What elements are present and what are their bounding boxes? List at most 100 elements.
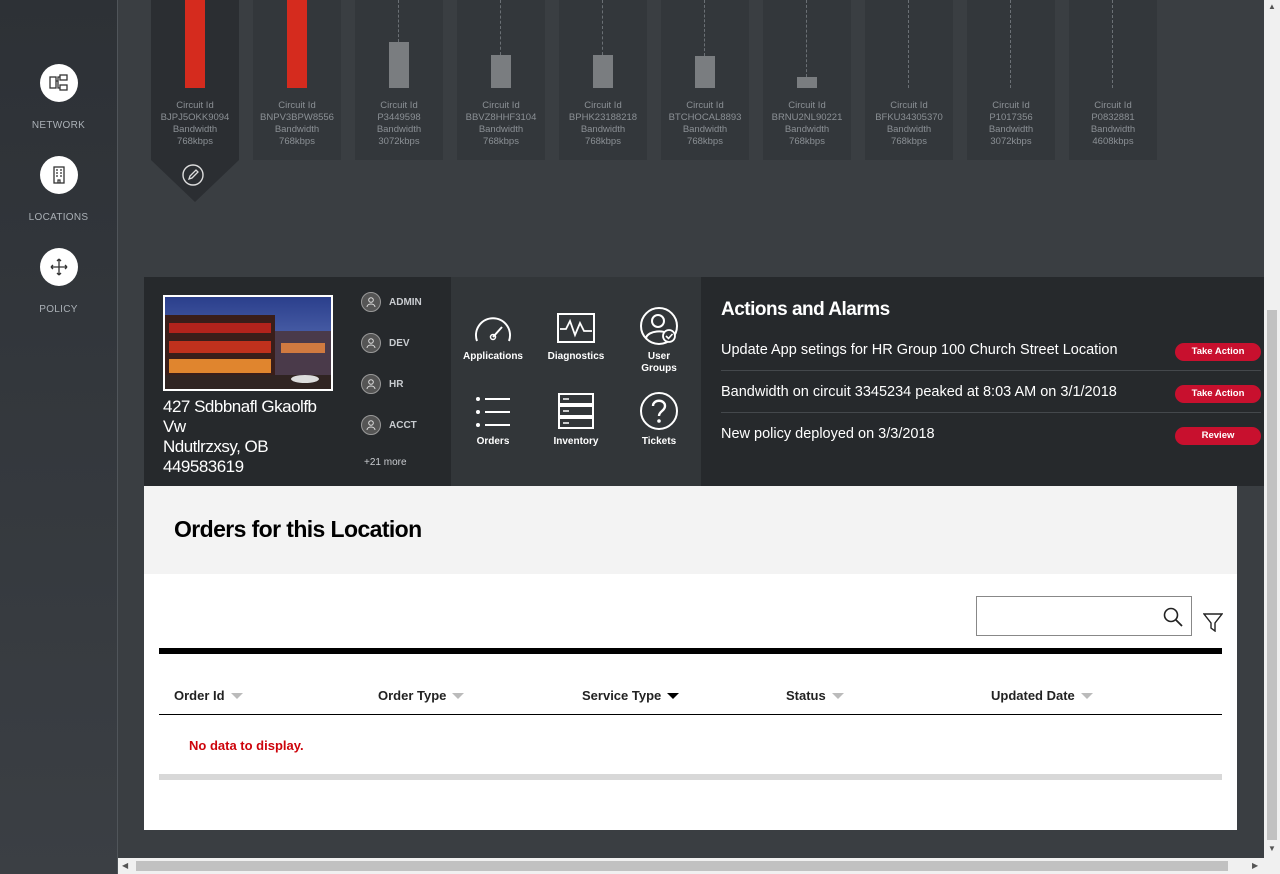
sidebar-item-label: POLICY — [39, 304, 78, 315]
sidebar-item-locations[interactable]: LOCATIONS — [0, 156, 117, 223]
actions-alarms-title: Actions and Alarms — [721, 299, 890, 320]
group-admin[interactable]: ADMIN — [361, 292, 422, 312]
circuit-info: Circuit Id BFKU34305370 Bandwidth 768kbps — [865, 100, 953, 148]
circuit-id-label: Circuit Id — [788, 100, 826, 111]
circuit-bandwidth: 768kbps — [483, 136, 519, 147]
group-dev[interactable]: DEV — [361, 333, 410, 353]
circuit-card[interactable]: Circuit Id BPHK23188218 Bandwidth 768kbps — [559, 0, 647, 160]
sort-caret-icon — [831, 692, 844, 699]
circuit-bandwidth: 4608kbps — [1092, 136, 1134, 147]
scroll-down-icon[interactable]: ▼ — [1268, 844, 1276, 853]
column-header-updated-date[interactable]: Updated Date — [991, 688, 1093, 703]
circuit-capacity-line — [1010, 0, 1011, 88]
circuit-usage-bar — [287, 0, 307, 88]
vertical-scrollbar[interactable]: ▲ ▼ — [1264, 0, 1280, 858]
horizontal-scrollbar[interactable]: ◀ ▶ — [118, 858, 1280, 874]
tile-inventory[interactable]: Inventory — [536, 392, 616, 448]
review-button[interactable]: Review — [1175, 427, 1261, 445]
circuit-id: P1017356 — [989, 112, 1033, 123]
circuit-capacity-line — [1112, 0, 1113, 88]
circuit-id: BBVZ8HHF3104 — [465, 112, 537, 123]
circuit-capacity-line — [908, 0, 909, 88]
circuit-id-label: Circuit Id — [686, 100, 724, 111]
circuit-bw-label: Bandwidth — [886, 124, 932, 135]
circuit-bw-label: Bandwidth — [784, 124, 830, 135]
circuit-card[interactable]: Circuit Id P0832881 Bandwidth 4608kbps — [1069, 0, 1157, 160]
circuit-card[interactable]: Circuit Id BFKU34305370 Bandwidth 768kbps — [865, 0, 953, 160]
circuit-info: Circuit Id BJPJ5OKK9094 Bandwidth 768kbps — [151, 100, 239, 148]
circuit-bw-label: Bandwidth — [274, 124, 320, 135]
table-bottom-rule — [159, 774, 1222, 780]
circuit-card[interactable]: Circuit Id P3449598 Bandwidth 3072kbps — [355, 0, 443, 160]
question-icon — [640, 392, 678, 430]
column-header-service-type[interactable]: Service Type — [582, 688, 680, 703]
circuit-card[interactable]: Circuit Id BBVZ8HHF3104 Bandwidth 768kbps — [457, 0, 545, 160]
tile-tickets[interactable]: Tickets — [619, 392, 699, 448]
scroll-up-icon[interactable]: ▲ — [1268, 2, 1276, 11]
take-action-button[interactable]: Take Action — [1175, 343, 1261, 361]
circuit-id-label: Circuit Id — [278, 100, 316, 111]
circuit-info: Circuit Id BNPV3BPW8556 Bandwidth 768kbps — [253, 100, 341, 148]
scroll-left-icon[interactable]: ◀ — [122, 861, 128, 870]
column-label: Order Id — [174, 688, 225, 703]
circuit-bandwidth: 768kbps — [891, 136, 927, 147]
tile-applications[interactable]: Applications — [453, 311, 533, 363]
tile-orders[interactable]: Orders — [453, 394, 533, 448]
vertical-scroll-thumb[interactable] — [1267, 310, 1277, 840]
circuit-bandwidth: 3072kbps — [990, 136, 1032, 147]
actions-alarms-panel: Actions and Alarms Update App setings fo… — [701, 277, 1264, 486]
tile-label: Diagnostics — [547, 351, 605, 362]
group-acct[interactable]: ACCT — [361, 415, 417, 435]
alarm-item: New policy deployed on 3/3/2018 Review — [721, 413, 1261, 455]
scroll-right-icon[interactable]: ▶ — [1252, 861, 1258, 870]
circuit-card[interactable]: Circuit Id BNPV3BPW8556 Bandwidth 768kbps — [253, 0, 341, 160]
circuit-capacity-line — [806, 0, 807, 78]
filter-icon[interactable] — [1203, 612, 1223, 632]
user-icon — [361, 374, 381, 394]
tile-user-groups[interactable]: User Groups — [619, 307, 699, 375]
sidebar-item-policy[interactable]: POLICY — [0, 248, 117, 315]
orders-header: Orders for this Location — [144, 486, 1237, 574]
circuit-usage-bar — [797, 77, 817, 88]
circuit-card[interactable]: Circuit Id P1017356 Bandwidth 3072kbps — [967, 0, 1055, 160]
tile-label: Applications — [462, 351, 523, 362]
circuit-id-label: Circuit Id — [482, 100, 520, 111]
group-label: DEV — [389, 337, 410, 349]
location-card: 427 Sdbbnafl Gkaolfb Vw Ndutlrzxsy, OB 4… — [144, 277, 451, 486]
circuit-card[interactable]: Circuit Id BJPJ5OKK9094 Bandwidth 768kbps — [151, 0, 239, 160]
circuit-card[interactable]: Circuit Id BRNU2NL90221 Bandwidth 768kbps — [763, 0, 851, 160]
circuit-info: Circuit Id BBVZ8HHF3104 Bandwidth 768kbps — [457, 100, 545, 148]
circuit-usage-bar — [593, 54, 613, 88]
column-header-order-type[interactable]: Order Type — [378, 688, 465, 703]
circuit-capacity-line — [704, 0, 705, 57]
column-header-order-id[interactable]: Order Id — [174, 688, 243, 703]
more-groups-link[interactable]: +21 more — [364, 457, 407, 468]
tile-diagnostics[interactable]: Diagnostics — [536, 311, 616, 363]
search-input[interactable] — [977, 597, 1163, 635]
user-icon — [361, 292, 381, 312]
take-action-button[interactable]: Take Action — [1175, 385, 1261, 403]
user-icon — [361, 333, 381, 353]
circuit-id: P0832881 — [1091, 112, 1135, 123]
alarm-item: Update App setings for HR Group 100 Chur… — [721, 329, 1261, 371]
horizontal-scroll-thumb[interactable] — [136, 861, 1228, 871]
circuit-bw-label: Bandwidth — [1090, 124, 1136, 135]
address-line: Ndutlrzxsy, OB — [163, 437, 269, 456]
alarm-item: Bandwidth on circuit 3345234 peaked at 8… — [721, 371, 1261, 413]
edit-icon[interactable] — [182, 164, 204, 191]
main-content: Circuit Id BJPJ5OKK9094 Bandwidth 768kbps Ci… — [118, 0, 1264, 858]
group-label: ACCT — [389, 419, 417, 431]
tile-label: User Groups — [641, 351, 677, 374]
circuit-usage-bar — [185, 0, 205, 88]
location-address: 427 Sdbbnafl Gkaolfb Vw Ndutlrzxsy, OB 4… — [163, 397, 317, 477]
sort-caret-icon — [452, 692, 465, 699]
circuit-bw-label: Bandwidth — [376, 124, 422, 135]
group-hr[interactable]: HR — [361, 374, 403, 394]
circuit-card[interactable]: Circuit Id BTCHOCAL8893 Bandwidth 768kbps — [661, 0, 749, 160]
column-label: Status — [786, 688, 826, 703]
sidebar-item-network[interactable]: NETWORK — [0, 64, 117, 131]
search-icon[interactable] — [1163, 607, 1183, 627]
circuit-bw-label: Bandwidth — [478, 124, 524, 135]
circuit-info: Circuit Id BTCHOCAL8893 Bandwidth 768kbps — [661, 100, 749, 148]
column-header-status[interactable]: Status — [786, 688, 844, 703]
